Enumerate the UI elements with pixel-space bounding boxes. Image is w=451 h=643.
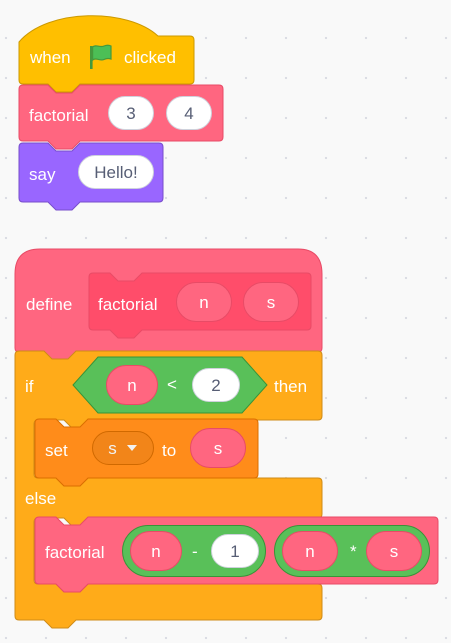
factorial-recursive-call-block[interactable]: factorial n - 1 n * s: [34, 516, 440, 593]
variable-dropdown[interactable]: s: [92, 431, 154, 465]
say-block[interactable]: say Hello!: [18, 142, 168, 216]
set-label: set: [45, 441, 68, 460]
factorial-call-label: factorial: [29, 106, 89, 125]
subtract-operator-block[interactable]: n - 1: [122, 525, 266, 577]
define-block[interactable]: define factorial n s: [14, 248, 326, 361]
say-label: say: [29, 165, 56, 184]
multiply-s-reporter[interactable]: s: [366, 531, 422, 571]
variable-name: s: [108, 438, 117, 458]
else-label: else: [25, 489, 57, 508]
subtract-n-reporter[interactable]: n: [130, 531, 182, 571]
multiply-n-reporter[interactable]: n: [282, 531, 338, 571]
less-than-operator: <: [167, 375, 177, 394]
minus-operator: -: [192, 542, 198, 561]
when-label: when: [30, 48, 71, 67]
set-value-reporter[interactable]: s: [190, 428, 246, 468]
multiply-operator-block[interactable]: n * s: [274, 525, 430, 577]
say-message-input[interactable]: Hello!: [78, 155, 154, 189]
factorial-arg2-input[interactable]: 4: [166, 96, 212, 130]
factorial-arg1-input[interactable]: 3: [108, 96, 154, 130]
times-operator: *: [350, 542, 357, 561]
to-label: to: [162, 441, 177, 460]
define-prototype[interactable]: factorial n s: [88, 272, 314, 339]
then-label: then: [274, 377, 308, 396]
set-variable-block[interactable]: set s to s: [34, 418, 262, 487]
if-else-block[interactable]: if then else n < 2: [14, 350, 326, 640]
green-flag-icon: [85, 43, 115, 71]
caret-down-icon: [126, 445, 137, 451]
define-proc-name: factorial: [98, 295, 158, 314]
factorial-call-block[interactable]: factorial 3 4: [18, 84, 226, 150]
param-n-reporter[interactable]: n: [176, 282, 232, 322]
recursive-call-label: factorial: [45, 543, 105, 562]
condition-value-input[interactable]: 2: [192, 368, 240, 402]
condition-n-reporter[interactable]: n: [106, 365, 158, 405]
define-label: define: [26, 295, 73, 314]
if-label: if: [25, 377, 34, 396]
less-than-condition[interactable]: n < 2: [72, 356, 268, 414]
subtract-value-input[interactable]: 1: [211, 534, 259, 568]
param-s-reporter[interactable]: s: [243, 282, 299, 322]
clicked-label: clicked: [124, 48, 176, 67]
when-flag-clicked-block[interactable]: when clicked: [18, 12, 196, 93]
